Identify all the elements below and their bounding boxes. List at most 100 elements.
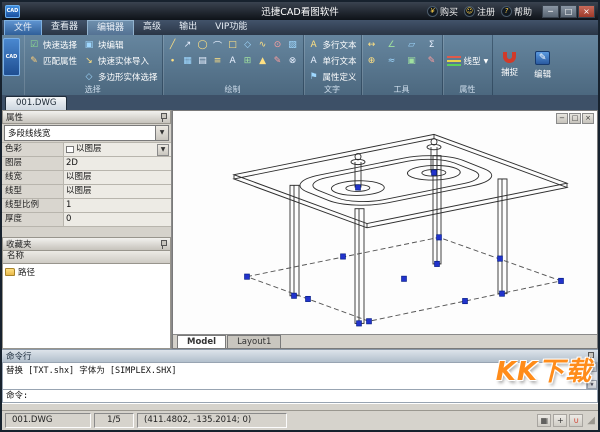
- layout-tab-bar: Model Layout1: [173, 334, 597, 348]
- property-label: 色彩: [2, 143, 64, 156]
- model-tab[interactable]: Model: [177, 335, 226, 348]
- attribute-define-label: 属性定义: [323, 71, 357, 83]
- snap-toggle-icon[interactable]: ∪: [569, 414, 583, 427]
- measure-angle-icon[interactable]: ∠: [386, 40, 398, 50]
- resize-grip-icon[interactable]: ◢: [587, 416, 595, 426]
- command-scrollbar[interactable]: ▲ ▼: [586, 363, 597, 389]
- polygon-select-button[interactable]: ◇ 多边形实体选择: [83, 69, 158, 85]
- property-label: 线宽: [2, 171, 64, 184]
- measure-distance-icon[interactable]: ↔: [366, 40, 378, 50]
- tab-advanced[interactable]: 高级: [134, 20, 170, 35]
- quick-entity-import-button[interactable]: ↘ 快速实体导入: [83, 53, 158, 69]
- match-properties-button[interactable]: ✎ 匹配属性: [28, 53, 77, 69]
- scroll-down-icon[interactable]: ▼: [587, 380, 597, 389]
- group-label-tools: 工具: [362, 85, 442, 95]
- ribbon-tab-bar: 文件 查看器 编辑器 高级 输出 VIP功能: [2, 20, 598, 35]
- draw-line-icon[interactable]: ╱: [167, 40, 179, 50]
- color-swatch: [66, 146, 74, 153]
- draw-hatch-icon[interactable]: ▨: [287, 40, 299, 50]
- edit-label: 编辑: [534, 68, 551, 80]
- property-label: 线型: [2, 185, 64, 198]
- edit-button[interactable]: ✎ 编辑: [526, 35, 559, 95]
- property-value[interactable]: 0: [64, 213, 171, 226]
- linetype-label: 线型: [464, 55, 481, 67]
- cad-app-menu-icon[interactable]: CAD: [3, 38, 20, 76]
- object-type-selector[interactable]: 多段线线宽 ▼: [4, 125, 169, 141]
- register-button[interactable]: ☺ 注册: [464, 5, 495, 18]
- draw-triangle-icon[interactable]: ▲: [257, 56, 269, 66]
- linetype-button[interactable]: 线型 ▼: [447, 53, 489, 69]
- quick-select-button[interactable]: ☑ 快速选择: [28, 37, 77, 53]
- draw-ellipse-icon[interactable]: ◇: [242, 40, 254, 50]
- property-value[interactable]: 1: [64, 199, 171, 212]
- command-history[interactable]: 替换 [TXT.shx] 字体为 [SIMPLEX.SHX] ▲ ▼: [2, 362, 598, 390]
- draw-rectangle-icon[interactable]: □: [227, 40, 239, 50]
- tab-vip[interactable]: VIP功能: [206, 20, 256, 35]
- help-icon: ?: [501, 6, 512, 17]
- draw-point-icon[interactable]: ∙: [167, 56, 179, 66]
- drawing-canvas[interactable]: − □ ×: [172, 110, 598, 349]
- canvas-minimize-icon[interactable]: −: [556, 113, 568, 124]
- tab-viewer[interactable]: 查看器: [42, 20, 87, 35]
- draw-spline-icon[interactable]: ∿: [257, 40, 269, 50]
- draw-table-icon[interactable]: ▤: [197, 56, 209, 66]
- close-button[interactable]: ×: [578, 5, 595, 18]
- linetype-dropdown-icon[interactable]: ▼: [484, 58, 489, 65]
- draw-grid-icon[interactable]: ⊞: [242, 56, 254, 66]
- draw-donut-icon[interactable]: ⊙: [272, 40, 284, 50]
- tab-output[interactable]: 输出: [170, 20, 206, 35]
- property-row-color: 色彩 以图层 ▼: [2, 143, 171, 157]
- draw-region-icon[interactable]: ▦: [182, 56, 194, 66]
- favorites-list: 路径: [2, 264, 171, 349]
- draw-multiline-icon[interactable]: ≡: [212, 56, 224, 66]
- singleline-text-button[interactable]: A 单行文本: [308, 53, 357, 69]
- buy-button[interactable]: ¥ 购买: [427, 5, 458, 18]
- scroll-up-icon[interactable]: ▲: [587, 363, 597, 372]
- canvas-close-icon[interactable]: ×: [582, 113, 594, 124]
- property-value[interactable]: 以图层: [64, 171, 171, 184]
- draw-sketch-icon[interactable]: ✎: [272, 56, 284, 66]
- property-value[interactable]: 以图层 ▼: [64, 143, 171, 156]
- draw-text-icon[interactable]: A: [227, 56, 239, 66]
- table-wireframe-drawing[interactable]: [173, 111, 597, 334]
- multiline-text-button[interactable]: A 多行文本: [308, 37, 357, 53]
- grid-toggle-icon[interactable]: ▦: [537, 414, 551, 427]
- region-tool-icon[interactable]: ▣: [406, 56, 418, 66]
- maximize-button[interactable]: □: [560, 5, 577, 18]
- favorites-item-path[interactable]: 路径: [5, 265, 168, 278]
- properties-panel-title: 属性: [6, 111, 23, 123]
- property-value[interactable]: 2D: [64, 157, 171, 170]
- draw-erase-icon[interactable]: ⊗: [287, 56, 299, 66]
- id-point-icon[interactable]: ⊕: [366, 56, 378, 66]
- tab-file[interactable]: 文件: [4, 20, 42, 35]
- sum-tool-icon[interactable]: Σ: [426, 40, 438, 50]
- block-edit-button[interactable]: ▣ 块编辑: [83, 37, 158, 53]
- draw-polyline-icon[interactable]: ↗: [182, 40, 194, 50]
- draw-circle-icon[interactable]: ◯: [197, 40, 209, 50]
- document-tab[interactable]: 001.DWG: [5, 96, 67, 110]
- pin-icon[interactable]: [159, 113, 167, 122]
- attribute-define-button[interactable]: ⚑ 属性定义: [308, 69, 357, 85]
- match-properties-label: 匹配属性: [43, 55, 77, 67]
- quick-edit-icon[interactable]: ✎: [426, 56, 438, 66]
- tab-editor[interactable]: 编辑器: [87, 20, 134, 35]
- layout1-tab[interactable]: Layout1: [227, 335, 281, 348]
- minimize-button[interactable]: ─: [542, 5, 559, 18]
- snap-button[interactable]: 捕捉: [493, 35, 526, 95]
- property-value[interactable]: 以图层: [64, 185, 171, 198]
- favorites-name-column-header[interactable]: 名称: [2, 251, 171, 264]
- properties-panel-header: 属性: [2, 110, 171, 124]
- wave-tool-icon[interactable]: ≈: [386, 56, 398, 66]
- property-label: 厚度: [2, 213, 64, 226]
- command-panel-title: 命令行: [6, 350, 32, 362]
- pin-icon[interactable]: [586, 352, 594, 361]
- command-input[interactable]: 命令:: [2, 390, 598, 403]
- help-button[interactable]: ? 帮助: [501, 5, 532, 18]
- value-dropdown-icon[interactable]: ▼: [157, 144, 169, 156]
- canvas-restore-icon[interactable]: □: [569, 113, 581, 124]
- pin-icon[interactable]: [159, 240, 167, 249]
- measure-area-icon[interactable]: ▱: [406, 40, 418, 50]
- crosshair-toggle-icon[interactable]: +: [553, 414, 567, 427]
- draw-arc-icon[interactable]: ⌒: [212, 39, 224, 52]
- selector-dropdown-icon[interactable]: ▼: [155, 126, 168, 140]
